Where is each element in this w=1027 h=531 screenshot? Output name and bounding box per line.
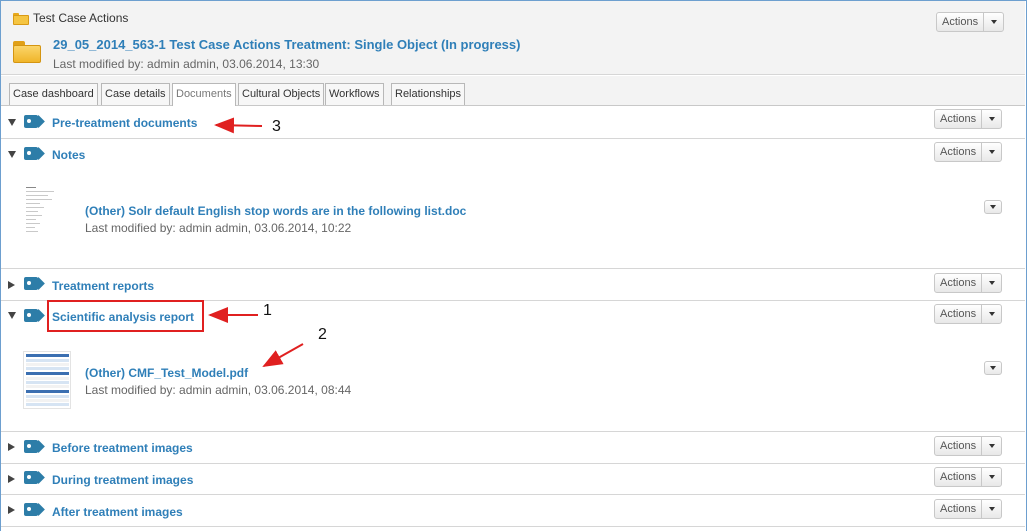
chevron-down-icon[interactable]: [981, 110, 1001, 128]
section-pre-treatment-documents: Pre-treatment documents Actions: [1, 107, 1025, 139]
annotation-number-3: 3: [272, 118, 281, 135]
expand-triangle-icon[interactable]: [8, 475, 15, 483]
section-actions-button[interactable]: Actions: [934, 142, 1003, 162]
pdf-thumbnail[interactable]: [23, 351, 71, 409]
section-title[interactable]: Treatment reports: [52, 279, 154, 293]
section-before-treatment-images: Before treatment images Actions: [1, 432, 1025, 464]
chevron-down-icon[interactable]: [981, 468, 1001, 486]
case-actions-button[interactable]: Actions: [936, 12, 1005, 32]
actions-label: Actions: [940, 440, 977, 452]
annotation-number-1: 1: [263, 302, 272, 319]
folder-icon: [13, 13, 29, 25]
section-title[interactable]: Before treatment images: [52, 441, 193, 455]
tag-icon: [24, 503, 45, 518]
section-title[interactable]: Notes: [52, 148, 85, 162]
actions-label: Actions: [940, 471, 977, 483]
document-link[interactable]: (Other) Solr default English stop words …: [85, 204, 466, 218]
expand-triangle-icon[interactable]: [8, 281, 15, 289]
document-last-modified: Last modified by: admin admin, 03.06.201…: [85, 221, 352, 235]
section-actions-button[interactable]: Actions: [934, 273, 1003, 293]
expand-triangle-icon[interactable]: [8, 443, 15, 451]
tag-icon: [24, 115, 45, 130]
section-actions-button[interactable]: Actions: [934, 304, 1003, 324]
chevron-down-icon[interactable]: [983, 13, 1003, 31]
expand-triangle-icon[interactable]: [8, 506, 15, 514]
section-treatment-reports: Treatment reports Actions: [1, 269, 1025, 301]
case-title[interactable]: 29_05_2014_563-1 Test Case Actions Treat…: [53, 37, 520, 52]
tab-cultural-objects[interactable]: Cultural Objects: [238, 83, 325, 105]
section-actions-button[interactable]: Actions: [934, 436, 1003, 456]
collapse-triangle-icon[interactable]: [8, 151, 16, 158]
section-during-treatment-images: During treatment images Actions: [1, 464, 1025, 495]
section-title[interactable]: Pre-treatment documents: [52, 116, 197, 130]
tag-icon: [24, 440, 45, 455]
actions-label: Actions: [940, 277, 977, 289]
tab-workflows[interactable]: Workflows: [325, 83, 384, 105]
tag-icon: [24, 277, 45, 292]
actions-label: Actions: [942, 16, 979, 28]
folder-open-icon: [13, 41, 41, 63]
breadcrumb-label: Test Case Actions: [33, 11, 129, 25]
breadcrumb: Test Case Actions: [13, 11, 128, 25]
section-actions-button[interactable]: Actions: [934, 109, 1003, 129]
document-last-modified: Last modified by: admin admin, 03.06.201…: [85, 383, 352, 397]
collapse-triangle-icon[interactable]: [8, 119, 16, 126]
actions-label: Actions: [940, 113, 977, 125]
chevron-down-icon[interactable]: [981, 305, 1001, 323]
case-last-modified: Last modified by: admin admin, 03.06.201…: [53, 57, 320, 71]
actions-label: Actions: [940, 308, 977, 320]
tab-documents[interactable]: Documents: [172, 83, 236, 106]
tab-case-dashboard[interactable]: Case dashboard: [9, 83, 98, 105]
highlight-box: [47, 300, 204, 332]
chevron-down-icon[interactable]: [981, 500, 1001, 518]
actions-label: Actions: [940, 503, 977, 515]
annotation-number-2: 2: [318, 326, 327, 343]
case-header: Test Case Actions 29_05_2014_563-1 Test …: [1, 1, 1025, 75]
section-actions-button[interactable]: Actions: [934, 467, 1003, 487]
chevron-down-icon[interactable]: [981, 143, 1001, 161]
tag-icon: [24, 471, 45, 486]
document-menu-button[interactable]: [984, 361, 1002, 375]
section-after-treatment-images: After treatment images Actions: [1, 495, 1025, 527]
tab-case-details[interactable]: Case details: [101, 83, 170, 105]
section-title[interactable]: During treatment images: [52, 473, 193, 487]
tab-bar: Case dashboard Case details Documents Cu…: [1, 76, 1025, 106]
section-title[interactable]: After treatment images: [52, 505, 183, 519]
tag-icon: [24, 309, 45, 324]
tag-icon: [24, 147, 45, 162]
chevron-down-icon[interactable]: [981, 274, 1001, 292]
chevron-down-icon[interactable]: [981, 437, 1001, 455]
document-menu-button[interactable]: [984, 200, 1002, 214]
actions-label: Actions: [940, 146, 977, 158]
tab-relationships[interactable]: Relationships: [391, 83, 466, 105]
document-link[interactable]: (Other) CMF_Test_Model.pdf: [85, 366, 248, 380]
section-notes: Notes Actions (Other) Solr default Engli…: [1, 139, 1025, 269]
document-thumbnail[interactable]: [23, 185, 71, 243]
section-actions-button[interactable]: Actions: [934, 499, 1003, 519]
collapse-triangle-icon[interactable]: [8, 312, 16, 319]
